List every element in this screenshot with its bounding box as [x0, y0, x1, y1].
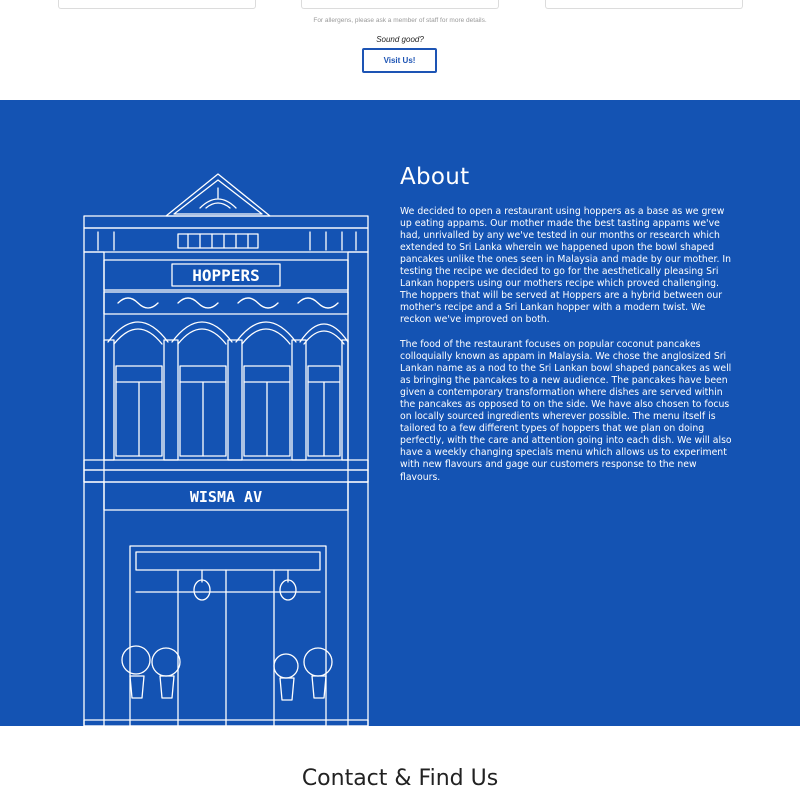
allergens-note: For allergens, please ask a member of st…	[313, 17, 487, 24]
contact-heading: Contact & Find Us	[301, 766, 499, 791]
menu-card	[545, 0, 743, 9]
sound-good-prompt: Sound good?	[376, 35, 424, 44]
plant-pots	[121, 645, 333, 701]
sign-hoppers: HOPPERS	[192, 266, 259, 285]
about-paragraph: We decided to open a restaurant using ho…	[400, 206, 732, 326]
about-heading: About	[400, 164, 470, 190]
menu-card	[58, 0, 256, 9]
visit-us-button[interactable]: Visit Us!	[362, 48, 437, 73]
about-section: HOPPERS WISMA AV About We decided to ope…	[0, 100, 800, 727]
menu-card	[301, 0, 499, 9]
hoppers-building-illustration: HOPPERS WISMA AV	[83, 173, 369, 727]
menu-footer-section: For allergens, please ask a member of st…	[0, 0, 800, 100]
about-paragraph: The food of the restaurant focuses on po…	[400, 339, 732, 483]
sign-wisma-av: WISMA AV	[190, 488, 262, 506]
